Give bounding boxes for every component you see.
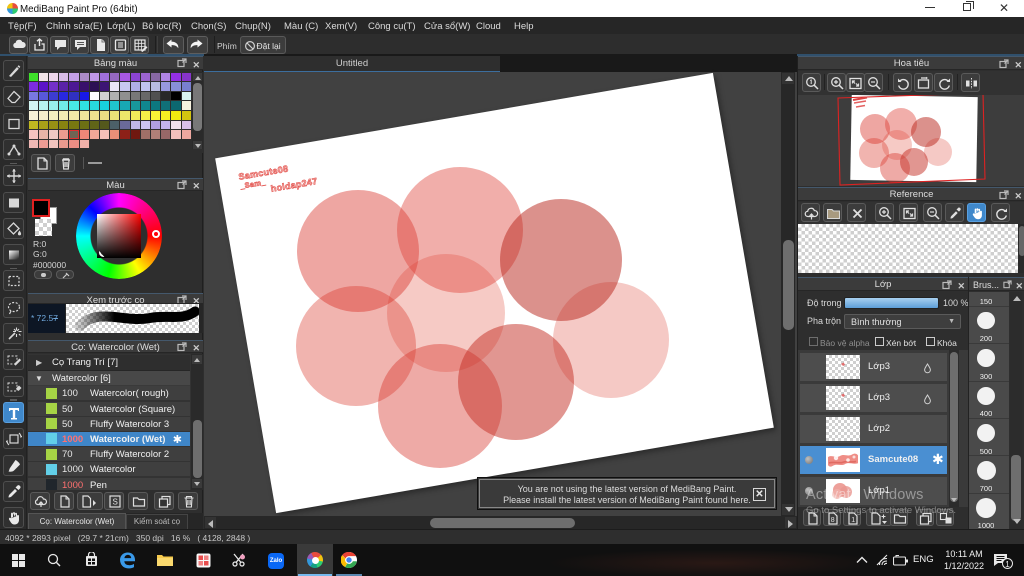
svg-text:8: 8 <box>831 517 835 524</box>
svg-text:1: 1 <box>851 517 855 524</box>
svg-text:S: S <box>112 498 117 507</box>
